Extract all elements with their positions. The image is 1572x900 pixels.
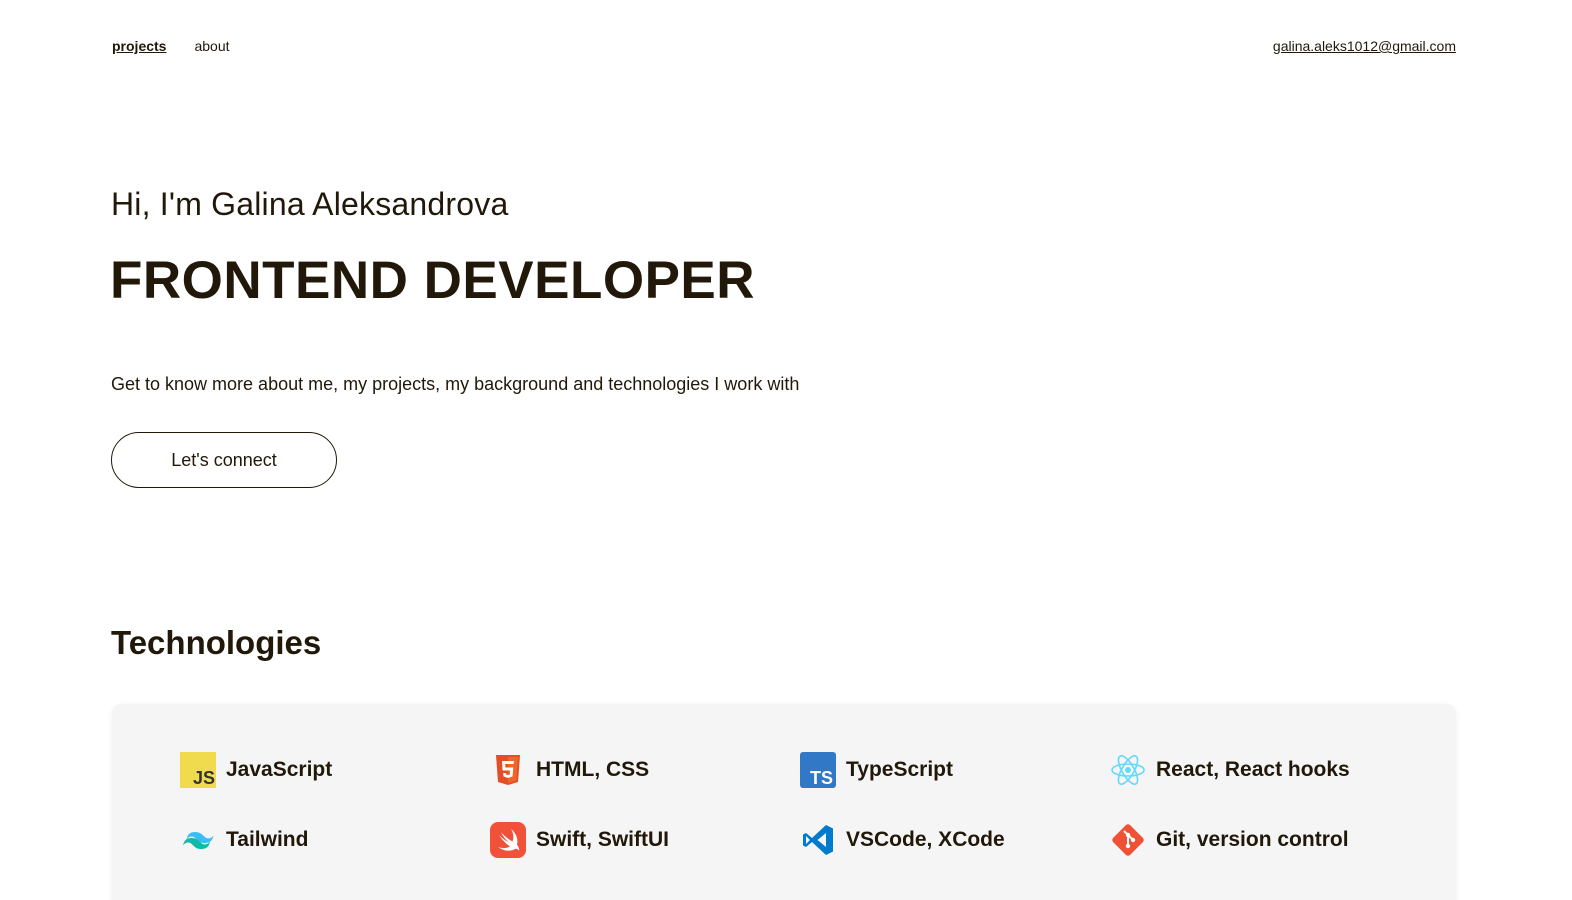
- tech-item-vscode: VSCode, XCode: [800, 820, 1110, 860]
- vscode-icon: [800, 822, 836, 858]
- html5-icon: [490, 752, 526, 788]
- tech-item-tailwind: Tailwind: [180, 820, 490, 860]
- tech-label: JavaScript: [226, 758, 333, 781]
- nav-links: projects about: [112, 38, 230, 54]
- svg-text:JS: JS: [193, 768, 215, 788]
- svg-text:TS: TS: [810, 768, 833, 788]
- hero-tagline: Get to know more about me, my projects, …: [111, 374, 800, 394]
- tech-label: React, React hooks: [1156, 758, 1350, 781]
- tailwind-icon: [180, 822, 216, 858]
- tech-label: VSCode, XCode: [846, 828, 1005, 851]
- react-icon: [1110, 752, 1146, 788]
- email-link[interactable]: galina.aleks1012@gmail.com: [1273, 38, 1456, 54]
- tech-item-react: React, React hooks: [1110, 750, 1420, 790]
- tech-label: Git, version control: [1156, 828, 1349, 851]
- tech-label: Tailwind: [226, 828, 309, 851]
- tech-item-javascript: JS JavaScript: [180, 750, 490, 790]
- tech-label: Swift, SwiftUI: [536, 828, 669, 851]
- tech-item-git: Git, version control: [1110, 820, 1420, 860]
- technologies-panel: JS JavaScript HTML, CSS TS TypeScript Re…: [112, 704, 1456, 900]
- portfolio-page: projects about galina.aleks1012@gmail.co…: [0, 0, 1572, 900]
- javascript-icon: JS: [180, 752, 216, 788]
- tech-item-typescript: TS TypeScript: [800, 750, 1110, 790]
- git-icon: [1110, 822, 1146, 858]
- top-nav: projects about galina.aleks1012@gmail.co…: [112, 36, 1456, 56]
- nav-link-projects[interactable]: projects: [112, 38, 166, 54]
- hero-greeting: Hi, I'm Galina Aleksandrova: [111, 186, 509, 222]
- technologies-grid: JS JavaScript HTML, CSS TS TypeScript Re…: [180, 750, 1420, 890]
- swift-icon: [490, 822, 526, 858]
- typescript-icon: TS: [800, 752, 836, 788]
- technologies-heading: Technologies: [111, 624, 322, 661]
- tech-item-swift: Swift, SwiftUI: [490, 820, 800, 860]
- nav-link-about[interactable]: about: [194, 38, 229, 54]
- tech-item-html-css: HTML, CSS: [490, 750, 800, 790]
- hero-role-title: FRONTEND DEVELOPER: [110, 251, 756, 310]
- lets-connect-button[interactable]: Let's connect: [111, 432, 337, 488]
- tech-label: TypeScript: [846, 758, 953, 781]
- tech-label: HTML, CSS: [536, 758, 650, 781]
